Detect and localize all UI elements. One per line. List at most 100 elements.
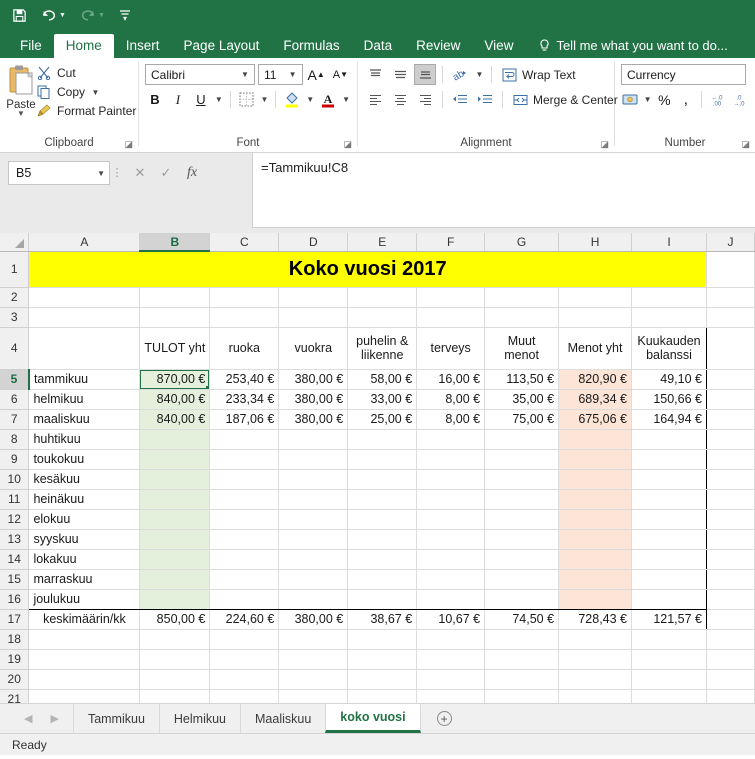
cell-a17-average-label[interactable]: keskimäärin/kk — [28, 609, 141, 630]
select-all-corner[interactable] — [0, 233, 30, 252]
sheet-tab-helmikuu[interactable]: Helmikuu — [158, 704, 240, 733]
cell-g7[interactable]: 75,00 € — [484, 409, 560, 430]
redo-icon[interactable]: ▼ — [80, 8, 105, 22]
customize-qat-icon[interactable] — [119, 9, 131, 21]
cell-c5[interactable]: 253,40 € — [209, 369, 280, 390]
cell-a20[interactable] — [28, 669, 141, 690]
cell-j8[interactable] — [706, 429, 755, 450]
fill-color-button[interactable] — [282, 89, 302, 110]
cell-e9[interactable] — [347, 449, 418, 470]
cell-f2[interactable] — [416, 287, 486, 308]
cell-j16[interactable] — [706, 589, 755, 610]
cell-b11[interactable] — [139, 489, 211, 510]
cell-f18[interactable] — [416, 629, 486, 650]
cell-d5[interactable]: 380,00 € — [278, 369, 349, 390]
cell-a7[interactable]: maaliskuu — [28, 409, 141, 430]
cell-g8[interactable] — [484, 429, 560, 450]
comma-style-button[interactable]: , — [677, 89, 696, 110]
row-header-7[interactable]: 7 — [0, 409, 30, 430]
cell-i19[interactable] — [631, 649, 707, 670]
tell-me-search[interactable]: Tell me what you want to do... — [525, 34, 735, 58]
cell-b8[interactable] — [139, 429, 211, 450]
cell-a19[interactable] — [28, 649, 141, 670]
cell-h5[interactable]: 820,90 € — [558, 369, 633, 390]
cell-h9[interactable] — [558, 449, 633, 470]
cell-j20[interactable] — [706, 669, 755, 690]
cell-c3[interactable] — [209, 307, 280, 328]
cell-c7[interactable]: 187,06 € — [209, 409, 280, 430]
cell-g14[interactable] — [484, 549, 560, 570]
cell-b19[interactable] — [139, 649, 211, 670]
cell-c6[interactable]: 233,34 € — [209, 389, 280, 410]
cell-i9[interactable] — [631, 449, 707, 470]
cell-h13[interactable] — [558, 529, 633, 550]
copy-dropdown-caret-icon[interactable]: ▼ — [90, 88, 101, 97]
cell-a13[interactable]: syyskuu — [28, 529, 141, 550]
cell-c8[interactable] — [209, 429, 280, 450]
cell-a16[interactable]: joulukuu — [28, 589, 141, 610]
shrink-font-button[interactable]: A ▼ — [330, 64, 351, 85]
cell-f21[interactable] — [416, 689, 486, 703]
cell-f13[interactable] — [416, 529, 486, 550]
cell-h7[interactable]: 675,06 € — [558, 409, 633, 430]
name-box[interactable]: B5 ▼ — [8, 161, 110, 185]
row-header-20[interactable]: 20 — [0, 669, 30, 690]
formula-input[interactable]: =Tammikuu!C8 — [252, 153, 755, 228]
cell-g21[interactable] — [484, 689, 560, 703]
cell-e14[interactable] — [347, 549, 418, 570]
cell-e17[interactable]: 38,67 € — [347, 609, 418, 630]
cell-h3[interactable] — [558, 307, 633, 328]
chevron-down-icon[interactable]: ▼ — [97, 169, 105, 178]
header-tulot-yht[interactable]: TULOT yht — [139, 326, 211, 370]
row-header-10[interactable]: 10 — [0, 469, 30, 490]
chevron-down-icon[interactable]: ▼ — [238, 70, 252, 79]
cell-f11[interactable] — [416, 489, 486, 510]
decrease-indent-button[interactable] — [449, 89, 471, 110]
cell-h6[interactable]: 689,34 € — [558, 389, 633, 410]
cell-j4[interactable] — [706, 327, 755, 370]
cell-d13[interactable] — [278, 529, 349, 550]
cell-d19[interactable] — [278, 649, 349, 670]
cell-g12[interactable] — [484, 509, 560, 530]
cell-e19[interactable] — [347, 649, 418, 670]
cell-i17[interactable]: 121,57 € — [631, 609, 707, 630]
cell-i15[interactable] — [631, 569, 707, 590]
cell-e2[interactable] — [347, 287, 418, 308]
cell-j11[interactable] — [706, 489, 755, 510]
cell-i14[interactable] — [631, 549, 707, 570]
cell-i3[interactable] — [631, 307, 707, 328]
cell-a6[interactable]: helmikuu — [28, 389, 141, 410]
increase-decimal-button[interactable]: ←.0.00 — [708, 89, 727, 110]
cell-b2[interactable] — [139, 287, 211, 308]
cell-b18[interactable] — [139, 629, 211, 650]
cell-j6[interactable] — [706, 389, 755, 410]
column-header-c[interactable]: C — [209, 233, 280, 252]
cell-j3[interactable] — [706, 307, 755, 328]
cell-d10[interactable] — [278, 469, 349, 490]
cell-h18[interactable] — [558, 629, 633, 650]
cell-j21[interactable] — [706, 689, 755, 703]
cell-h11[interactable] — [558, 489, 633, 510]
cell-i11[interactable] — [631, 489, 707, 510]
cell-i21[interactable] — [631, 689, 707, 703]
grow-font-button[interactable]: A ▲ — [306, 64, 327, 85]
cell-h20[interactable] — [558, 669, 633, 690]
header-kuukauden-balanssi[interactable]: Kuukauden balanssi — [631, 326, 707, 370]
sheet-tab-koko-vuosi[interactable]: koko vuosi — [325, 704, 421, 733]
cell-i10[interactable] — [631, 469, 707, 490]
cell-a11[interactable]: heinäkuu — [28, 489, 141, 510]
cell-c9[interactable] — [209, 449, 280, 470]
cell-h12[interactable] — [558, 509, 633, 530]
align-right-button[interactable] — [414, 89, 436, 110]
cell-h8[interactable] — [558, 429, 633, 450]
number-dialog-launcher[interactable]: ◪ — [741, 137, 750, 152]
cell-g17[interactable]: 74,50 € — [484, 609, 560, 630]
font-color-dropdown-caret-icon[interactable]: ▼ — [341, 95, 351, 104]
cell-j10[interactable] — [706, 469, 755, 490]
cell-f20[interactable] — [416, 669, 486, 690]
cell-g15[interactable] — [484, 569, 560, 590]
cell-c17[interactable]: 224,60 € — [209, 609, 280, 630]
cell-h10[interactable] — [558, 469, 633, 490]
cell-e3[interactable] — [347, 307, 418, 328]
cell-j5[interactable] — [706, 369, 755, 390]
